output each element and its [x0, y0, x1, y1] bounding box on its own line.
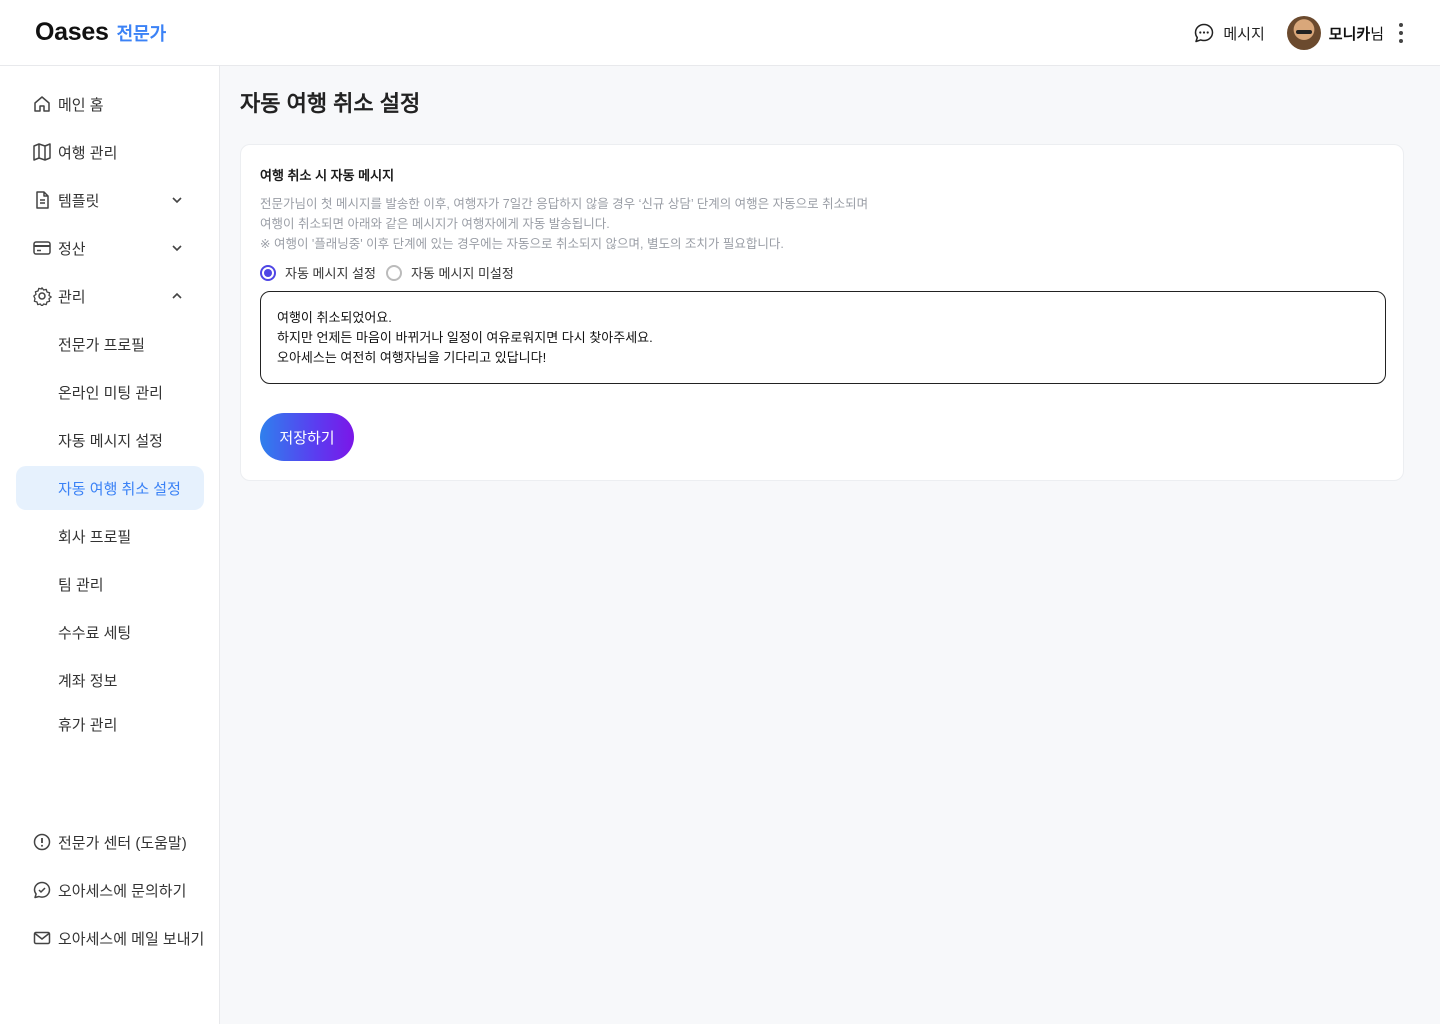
sidebar-subitem-commission[interactable]: 수수료 세팅 — [16, 610, 204, 654]
logo[interactable]: Oases 전문가 — [35, 18, 166, 47]
sidebar-subitem-auto-trip-cancel[interactable]: 자동 여행 취소 설정 — [16, 466, 204, 510]
sidebar-item-management[interactable]: 관리 — [16, 274, 204, 318]
messages-label: 메시지 — [1223, 25, 1265, 43]
sidebar-subitem-label: 팀 관리 — [58, 576, 104, 594]
sidebar-item-templates[interactable]: 템플릿 — [16, 178, 204, 222]
radio-selected-icon — [260, 264, 276, 281]
auto-cancel-card: 여행 취소 시 자동 메시지 전문가님이 첫 메시지를 발송한 이후, 여행자가… — [240, 144, 1404, 481]
sidebar-item-label: 여행 관리 — [58, 144, 118, 162]
save-button[interactable]: 저장하기 — [260, 413, 354, 461]
user-name-text: 모니카 — [1328, 25, 1371, 43]
radio-auto-message-off[interactable]: 자동 메시지 미설정 — [385, 263, 514, 282]
sidebar-subitem-expert-profile[interactable]: 전문가 프로필 — [16, 322, 204, 366]
sidebar-item-send-mail[interactable]: 오아세스에 메일 보내기 — [16, 916, 204, 960]
avatar[interactable] — [1286, 16, 1321, 50]
document-icon — [36, 191, 49, 209]
auto-message-textarea[interactable]: 여행이 취소되었어요. 하지만 언제든 마음이 바뀌거나 일정이 여유로워지면 … — [260, 291, 1386, 384]
mail-icon — [33, 931, 51, 945]
sidebar-subitem-team[interactable]: 팀 관리 — [16, 562, 204, 606]
sidebar-item-settlement[interactable]: 정산 — [16, 226, 204, 270]
description-line: 전문가님이 첫 메시지를 발송한 이후, 여행자가 7일간 응답하지 않을 경우… — [260, 197, 869, 211]
sidebar-subitem-label: 온라인 미팅 관리 — [58, 384, 163, 402]
sidebar-item-label: 전문가 센터 (도움말) — [58, 834, 187, 852]
sidebar-item-label: 템플릿 — [58, 192, 100, 210]
sidebar-subitem-vacation[interactable]: 휴가 관리 — [16, 702, 204, 746]
sidebar-item-label: 메인 홈 — [58, 96, 104, 114]
radio-label: 자동 메시지 설정 — [285, 266, 376, 281]
sidebar-item-home[interactable]: 메인 홈 — [16, 82, 204, 126]
sidebar-subitem-label: 회사 프로필 — [58, 528, 132, 546]
gear-icon — [33, 287, 52, 306]
logo-subtext: 전문가 — [116, 24, 167, 44]
sidebar: 메인 홈 여행 관리 템플릿 정산 관리 전문가 프로필 온라인 미팅 관리 자… — [0, 66, 220, 1024]
sidebar-subitem-label: 전문가 프로필 — [58, 336, 145, 354]
top-header: Oases 전문가 메시지 모니카님 — [0, 0, 1440, 66]
message-line: 하지만 언제든 마음이 바뀌거나 일정이 여유로워지면 다시 찾아주세요. — [277, 330, 653, 345]
sidebar-item-label: 관리 — [58, 288, 86, 306]
message-line: 여행이 취소되었어요. — [277, 310, 392, 325]
sidebar-subitem-company-profile[interactable]: 회사 프로필 — [16, 514, 204, 558]
sidebar-item-label: 오아세스에 문의하기 — [58, 882, 187, 900]
user-name-suffix: 님 — [1370, 25, 1384, 43]
description-note: ※ 여행이 '플래닝중' 이후 단계에 있는 경우에는 자동으로 취소되지 않으… — [260, 237, 784, 251]
sidebar-subitem-label: 계좌 정보 — [58, 672, 118, 690]
chat-check-icon — [33, 881, 51, 899]
logo-text: Oases — [35, 18, 109, 46]
info-icon — [33, 833, 51, 851]
sidebar-subitem-online-meeting[interactable]: 온라인 미팅 관리 — [16, 370, 204, 414]
sidebar-item-help-center[interactable]: 전문가 센터 (도움말) — [16, 820, 204, 864]
page-title: 자동 여행 취소 설정 — [240, 91, 421, 116]
chevron-down-icon — [172, 197, 182, 204]
chevron-up-icon — [172, 292, 182, 299]
sidebar-subitem-label: 자동 메시지 설정 — [58, 432, 163, 450]
card-title: 여행 취소 시 자동 메시지 — [260, 168, 395, 183]
sidebar-subitem-auto-message[interactable]: 자동 메시지 설정 — [16, 418, 204, 462]
auto-message-radio-group: 자동 메시지 설정 자동 메시지 미설정 — [260, 263, 524, 282]
more-options-icon[interactable] — [1398, 23, 1404, 43]
header-actions: 메시지 모니카님 — [1193, 15, 1404, 51]
message-line: 오아세스는 여전히 여행자님을 기다리고 있답니다! — [277, 350, 547, 365]
chevron-down-icon — [172, 245, 182, 252]
sidebar-item-contact[interactable]: 오아세스에 문의하기 — [16, 868, 204, 912]
radio-label: 자동 메시지 미설정 — [410, 266, 514, 281]
description-line: 여행이 취소되면 아래와 같은 메시지가 여행자에게 자동 발송됩니다. — [260, 217, 610, 231]
radio-auto-message-on[interactable]: 자동 메시지 설정 — [260, 263, 376, 282]
messages-button[interactable]: 메시지 — [1193, 22, 1265, 44]
user-name[interactable]: 모니카님 — [1329, 23, 1384, 44]
radio-unselected-icon — [385, 264, 402, 281]
map-icon — [33, 143, 51, 161]
sidebar-subitem-label: 자동 여행 취소 설정 — [58, 480, 181, 498]
sidebar-subitem-account-info[interactable]: 계좌 정보 — [16, 658, 204, 702]
chat-bubble-icon — [1195, 23, 1214, 43]
credit-card-icon — [33, 241, 51, 255]
sidebar-item-trips[interactable]: 여행 관리 — [16, 130, 204, 174]
sidebar-subitem-label: 수수료 세팅 — [58, 624, 132, 642]
sidebar-item-label: 정산 — [58, 240, 86, 258]
sidebar-subitem-label: 휴가 관리 — [58, 716, 118, 734]
sidebar-item-label: 오아세스에 메일 보내기 — [58, 930, 205, 948]
home-icon — [34, 96, 50, 112]
